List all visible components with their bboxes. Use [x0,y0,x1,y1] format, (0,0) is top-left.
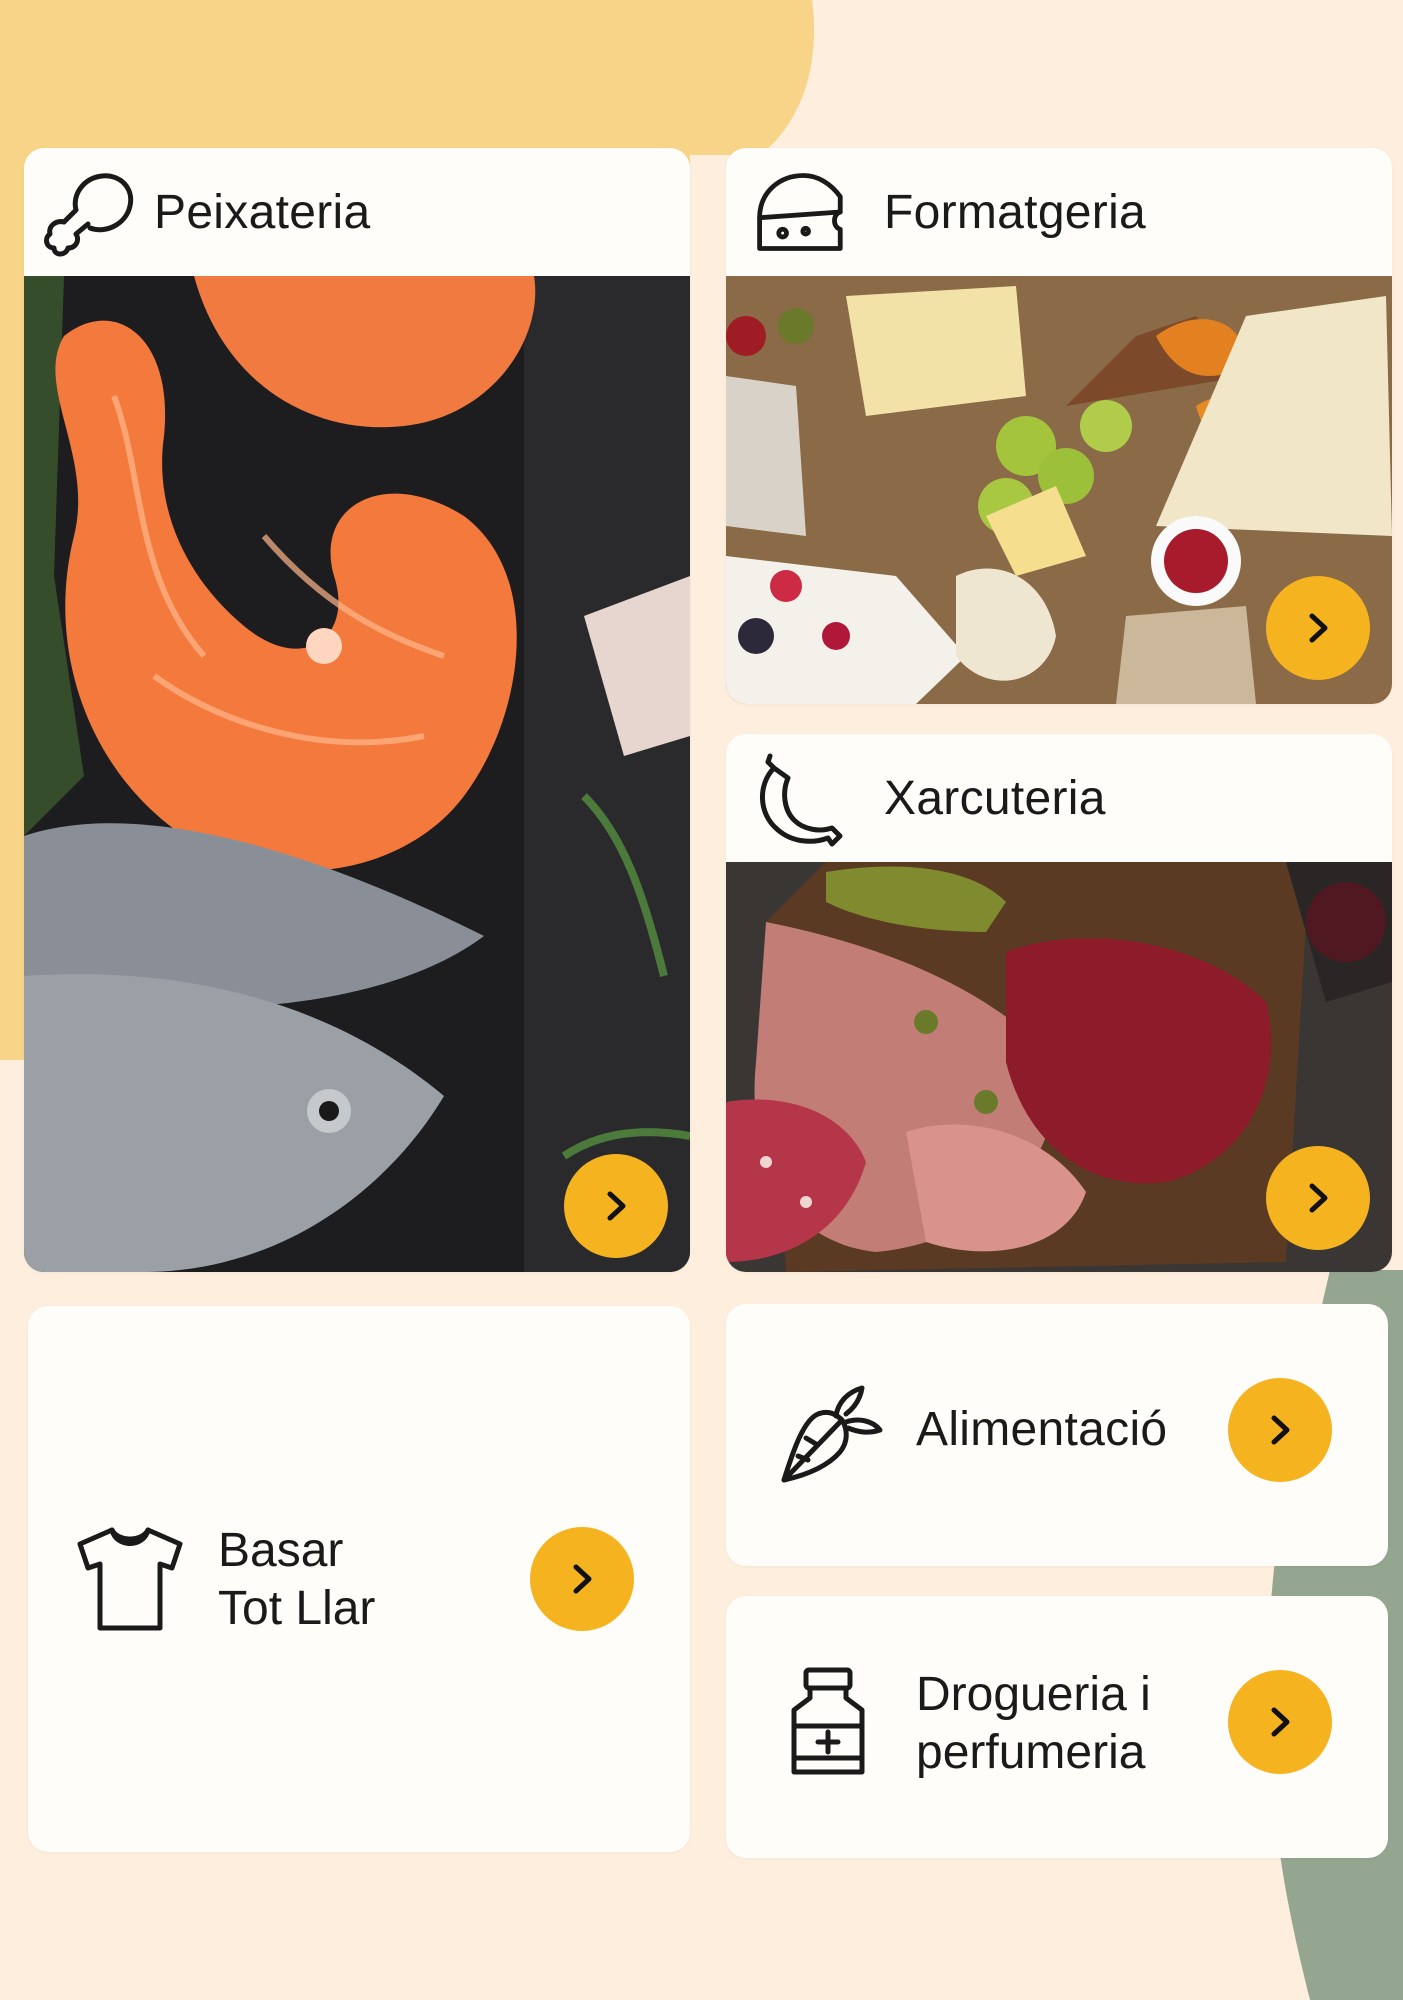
chevron-right-icon [1309,1183,1328,1213]
chevron-right-icon [1309,613,1328,643]
chevron-right-icon [1271,1415,1290,1445]
sausage-icon [748,748,848,848]
chevron-right-icon [607,1191,626,1221]
category-label: Drogueria i perfumeria [916,1666,1151,1782]
card-header: Peixateria [24,148,690,276]
card-title: Alimentació [916,1403,1168,1456]
drumstick-icon [38,162,138,262]
category-card-xarcuteria[interactable]: Xarcuteria [726,734,1392,1272]
card-title: Peixateria [154,185,371,239]
salmon-and-fish-photo [24,276,690,1272]
category-label-line1: Basar [218,1524,344,1577]
card-header: Xarcuteria [726,734,1392,862]
category-card-alimentacio[interactable]: Alimentació [726,1304,1388,1566]
open-basar-button[interactable] [530,1527,634,1631]
category-card-basar[interactable]: Basar Tot Llar [28,1306,690,1852]
chevron-right-icon [573,1564,592,1594]
t-shirt-icon [72,1524,188,1634]
category-card-drogueria[interactable]: Drogueria i perfumeria [726,1596,1388,1858]
card-title: Xarcuteria [884,771,1106,825]
open-drogueria-button[interactable] [1228,1670,1332,1774]
category-label-line1: Drogueria i [916,1668,1151,1721]
open-alimentacio-button[interactable] [1228,1378,1332,1482]
medicine-bottle-icon [786,1666,870,1778]
carrot-icon [776,1378,886,1488]
category-label-line2: Tot Llar [218,1582,376,1635]
category-card-formatgeria[interactable]: Formatgeria [726,148,1392,704]
card-title: Formatgeria [884,185,1147,239]
open-formatgeria-button[interactable] [1266,576,1370,680]
open-peixateria-button[interactable] [564,1154,668,1258]
chevron-right-icon [1271,1707,1290,1737]
card-header: Formatgeria [726,148,1392,276]
category-label-line2: perfumeria [916,1726,1146,1779]
category-card-peixateria[interactable]: Peixateria [24,148,690,1272]
cheese-icon [750,164,846,260]
open-xarcuteria-button[interactable] [1266,1146,1370,1250]
category-label: Basar Tot Llar [218,1522,375,1638]
